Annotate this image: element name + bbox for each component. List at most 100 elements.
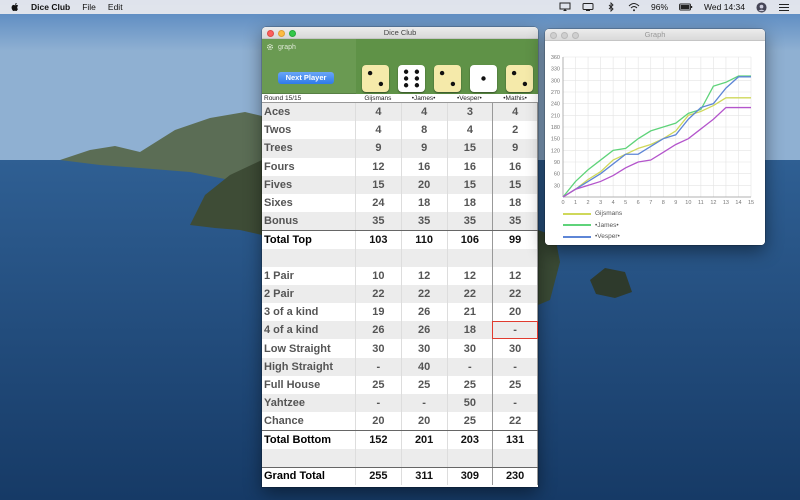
die[interactable]: [434, 65, 461, 92]
graph-toggle[interactable]: graph: [266, 43, 296, 51]
menu-bar: Dice Club File Edit 96% Wed 14:34: [0, 0, 800, 14]
score-cell[interactable]: 22: [492, 412, 538, 431]
score-cell[interactable]: 20: [400, 412, 447, 431]
score-row: Chance 20 20 25 22: [262, 412, 538, 431]
user-avatar-icon[interactable]: [756, 1, 767, 13]
score-cell[interactable]: -: [492, 321, 538, 340]
score-cell[interactable]: 24: [355, 193, 401, 213]
score-cell[interactable]: 35: [355, 212, 401, 231]
score-cell[interactable]: 4: [355, 103, 401, 122]
score-cell[interactable]: 26: [355, 321, 401, 340]
score-cell[interactable]: 16: [400, 157, 447, 176]
score-cell[interactable]: 30: [355, 339, 401, 358]
score-cell[interactable]: 18: [492, 193, 538, 213]
score-cell[interactable]: 2: [492, 121, 538, 140]
score-cell[interactable]: 18: [400, 193, 447, 213]
score-cell[interactable]: -: [492, 394, 538, 413]
score-cell[interactable]: 22: [355, 284, 401, 304]
score-rows: Aces 4 4 3 4 Twos 4 8 4 2 Trees 9 9 15 9 Fours 12 16 16 16 F…: [262, 103, 538, 485]
score-cell[interactable]: 18: [446, 321, 493, 340]
score-cell[interactable]: 12: [492, 266, 538, 285]
score-cell[interactable]: 16: [492, 157, 538, 176]
bluetooth-icon[interactable]: [605, 2, 617, 12]
score-cell[interactable]: 15: [446, 175, 493, 194]
x-tick-label: 11: [698, 200, 704, 206]
score-cell[interactable]: 9: [400, 139, 447, 158]
score-cell[interactable]: 35: [400, 212, 447, 231]
score-cell[interactable]: 12: [446, 266, 493, 285]
minimize-button[interactable]: [561, 32, 568, 39]
score-cell[interactable]: 35: [446, 212, 493, 231]
score-cell[interactable]: 22: [446, 284, 493, 304]
score-cell[interactable]: 18: [446, 193, 493, 213]
edit-menu[interactable]: Edit: [108, 2, 123, 12]
legend-swatch: [563, 235, 591, 238]
score-cell[interactable]: 21: [446, 303, 493, 322]
score-cell[interactable]: 9: [355, 139, 401, 158]
close-button[interactable]: [267, 30, 274, 37]
score-cell[interactable]: 26: [400, 321, 447, 340]
score-cell[interactable]: 4: [400, 103, 447, 122]
score-cell[interactable]: 20: [400, 175, 447, 194]
app-menu[interactable]: Dice Club: [31, 2, 70, 12]
zoom-button[interactable]: [289, 30, 296, 37]
screen-mirroring-icon[interactable]: [582, 2, 594, 12]
file-menu[interactable]: File: [82, 2, 96, 12]
die[interactable]: [398, 65, 425, 92]
score-cell[interactable]: 3: [446, 103, 493, 122]
next-player-button[interactable]: Next Player: [278, 72, 334, 84]
score-cell[interactable]: 22: [400, 284, 447, 304]
score-cell[interactable]: 15: [446, 139, 493, 158]
battery-icon[interactable]: [679, 2, 693, 12]
score-cell[interactable]: 25: [400, 375, 447, 394]
score-cell[interactable]: 50: [446, 394, 493, 413]
score-cell[interactable]: 20: [355, 412, 401, 431]
score-row: Sixes 24 18 18 18: [262, 193, 538, 213]
score-cell[interactable]: 9: [492, 139, 538, 158]
score-cell[interactable]: 30: [492, 339, 538, 358]
score-cell[interactable]: -: [492, 357, 538, 376]
score-cell[interactable]: 22: [492, 284, 538, 304]
die[interactable]: [362, 65, 389, 92]
menubar-clock[interactable]: Wed 14:34: [704, 2, 745, 12]
score-cell[interactable]: 15: [355, 175, 401, 194]
score-cell[interactable]: 12: [400, 266, 447, 285]
score-cell[interactable]: 12: [355, 157, 401, 176]
score-cell[interactable]: 30: [400, 339, 447, 358]
close-button[interactable]: [550, 32, 557, 39]
score-cell[interactable]: 25: [446, 412, 493, 431]
control-center-icon[interactable]: [778, 2, 790, 12]
score-cell[interactable]: 15: [492, 175, 538, 194]
score-cell[interactable]: 26: [400, 303, 447, 322]
score-cell[interactable]: 19: [355, 303, 401, 322]
die[interactable]: [506, 65, 533, 92]
score-cell[interactable]: 4: [492, 103, 538, 122]
score-cell[interactable]: -: [400, 394, 447, 413]
score-cell[interactable]: 8: [400, 121, 447, 140]
score-cell[interactable]: 16: [446, 157, 493, 176]
score-cell[interactable]: -: [446, 357, 493, 376]
score-cell[interactable]: -: [355, 357, 401, 376]
graph-titlebar[interactable]: Graph: [545, 29, 765, 41]
x-tick-label: 1: [574, 200, 577, 206]
cast-icon[interactable]: [559, 2, 571, 12]
score-cell[interactable]: 4: [446, 121, 493, 140]
zoom-button[interactable]: [572, 32, 579, 39]
die[interactable]: [470, 65, 497, 92]
score-cell[interactable]: 35: [492, 212, 538, 231]
die-face-icon: [403, 69, 420, 88]
score-cell[interactable]: 40: [400, 357, 447, 376]
dice-club-titlebar[interactable]: Dice Club: [262, 27, 538, 39]
score-cell[interactable]: 4: [355, 121, 401, 140]
score-cell[interactable]: 30: [446, 339, 493, 358]
score-cell[interactable]: 25: [355, 375, 401, 394]
wifi-icon[interactable]: [628, 2, 640, 12]
score-cell[interactable]: 10: [355, 266, 401, 285]
score-row: Fives 15 20 15 15: [262, 175, 538, 194]
score-cell[interactable]: -: [355, 394, 401, 413]
minimize-button[interactable]: [278, 30, 285, 37]
score-cell[interactable]: 20: [492, 303, 538, 322]
apple-icon[interactable]: [9, 1, 21, 13]
score-cell[interactable]: 25: [492, 375, 538, 394]
score-cell[interactable]: 25: [446, 375, 493, 394]
